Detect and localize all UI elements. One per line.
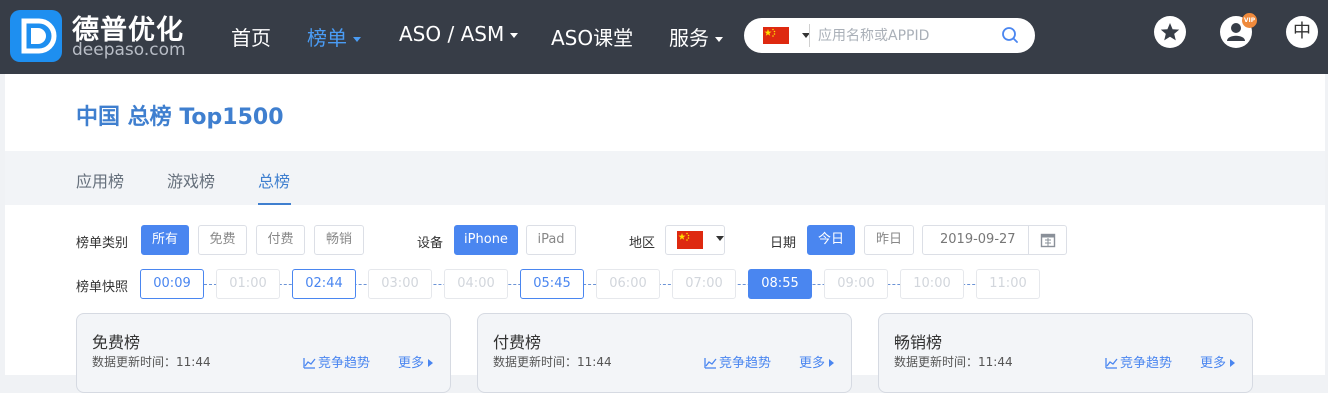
snapshot-time-0600: 06:00 xyxy=(596,269,660,299)
trend-label: 竞争趋势 xyxy=(1120,356,1173,371)
date-picker[interactable]: 2019-09-27 xyxy=(922,225,1067,255)
snapshot-time-0400: 04:00 xyxy=(444,269,508,299)
snapshot-label: 榜单快照 xyxy=(76,280,129,295)
more-link[interactable]: 更多 xyxy=(799,352,835,371)
chevron-right-icon xyxy=(428,359,434,367)
nav-services-label: 服务 xyxy=(669,26,709,50)
card-title: 免费榜 xyxy=(92,333,141,352)
trend-chart-icon xyxy=(1105,358,1118,369)
chevron-down-icon xyxy=(715,37,723,42)
more-label: 更多 xyxy=(1200,356,1227,371)
competition-trend-link[interactable]: 竞争趋势 xyxy=(704,352,771,371)
more-link[interactable]: 更多 xyxy=(398,352,434,371)
app-search-box xyxy=(744,18,1035,53)
tab-overall[interactable]: 总榜 xyxy=(258,168,290,192)
chevron-right-icon xyxy=(1230,359,1236,367)
nav-aso-asm-label: ASO / ASM xyxy=(399,22,505,46)
snapshot-time-0700: 07:00 xyxy=(672,269,736,299)
grossing-chart-card: 畅销榜 数据更新时间：11:44 竞争趋势 更多 xyxy=(878,313,1253,393)
vip-badge: VIP xyxy=(1242,13,1257,28)
trend-label: 竞争趋势 xyxy=(318,356,371,371)
card-update-time: 数据更新时间：11:44 xyxy=(92,355,211,369)
favorites-star-icon[interactable] xyxy=(1154,16,1186,48)
tab-games[interactable]: 游戏榜 xyxy=(167,168,215,192)
china-flag-icon xyxy=(677,231,703,249)
date-today-button[interactable]: 今日 xyxy=(807,225,855,255)
page-title: 中国 总榜 Top1500 xyxy=(76,105,284,130)
snapshot-time-1000: 10:00 xyxy=(900,269,964,299)
more-label: 更多 xyxy=(799,356,826,371)
card-update-time: 数据更新时间：11:44 xyxy=(493,355,612,369)
nav-aso-class[interactable]: ASO课堂 xyxy=(551,22,633,51)
type-all-button[interactable]: 所有 xyxy=(141,225,189,255)
nav-rankings-label: 榜单 xyxy=(307,26,347,50)
device-ipad-button[interactable]: iPad xyxy=(526,225,576,255)
deepaso-logo-icon[interactable] xyxy=(10,10,62,62)
snapshot-time-0855[interactable]: 08:55 xyxy=(748,269,812,299)
trend-chart-icon xyxy=(303,358,316,369)
tab-apps[interactable]: 应用榜 xyxy=(76,168,124,192)
language-switch-button[interactable]: 中 xyxy=(1286,16,1318,48)
card-title: 付费榜 xyxy=(493,333,542,352)
snapshot-time-1100: 11:00 xyxy=(976,269,1040,299)
free-chart-card: 免费榜 数据更新时间：11:44 竞争趋势 更多 xyxy=(76,313,451,393)
nav-home[interactable]: 首页 xyxy=(231,22,271,51)
search-divider xyxy=(809,24,810,47)
competition-trend-link[interactable]: 竞争趋势 xyxy=(303,352,370,371)
snapshot-time-0900: 09:00 xyxy=(824,269,888,299)
type-paid-button[interactable]: 付费 xyxy=(256,225,305,255)
type-grossing-button[interactable]: 畅销 xyxy=(314,225,364,255)
competition-trend-link[interactable]: 竞争趋势 xyxy=(1105,352,1172,371)
card-title: 畅销榜 xyxy=(894,333,943,352)
card-update-time: 数据更新时间：11:44 xyxy=(894,355,1013,369)
date-label: 日期 xyxy=(770,236,797,251)
more-link[interactable]: 更多 xyxy=(1200,352,1236,371)
search-icon[interactable] xyxy=(1001,26,1019,44)
more-label: 更多 xyxy=(398,356,425,371)
date-yesterday-button[interactable]: 昨日 xyxy=(864,225,914,255)
logo-domain[interactable]: deepaso.com xyxy=(72,40,186,60)
trend-chart-icon xyxy=(704,358,717,369)
nav-services[interactable]: 服务 xyxy=(669,22,723,51)
device-iphone-button[interactable]: iPhone xyxy=(454,225,518,255)
date-picker-divider xyxy=(1028,226,1029,254)
chart-type-label: 榜单类别 xyxy=(76,236,129,251)
snapshot-time-0009[interactable]: 00:09 xyxy=(140,269,204,299)
chevron-down-icon xyxy=(353,37,361,42)
chevron-down-icon xyxy=(510,33,519,38)
chevron-down-icon xyxy=(716,236,724,241)
nav-aso-asm[interactable]: ASO / ASM xyxy=(399,22,519,46)
snapshot-time-0100: 01:00 xyxy=(216,269,280,299)
search-input[interactable] xyxy=(818,25,998,46)
calendar-icon xyxy=(1040,233,1056,248)
chevron-right-icon xyxy=(829,359,835,367)
china-flag-icon[interactable] xyxy=(763,27,789,44)
type-free-button[interactable]: 免费 xyxy=(198,225,247,255)
snapshot-time-0300: 03:00 xyxy=(368,269,432,299)
snapshot-time-0244[interactable]: 02:44 xyxy=(292,269,356,299)
date-value: 2019-09-27 xyxy=(940,232,1016,247)
top-nav-bar xyxy=(0,0,1328,74)
nav-rankings[interactable]: 榜单 xyxy=(307,22,361,51)
device-label: 设备 xyxy=(417,236,444,251)
region-select[interactable] xyxy=(665,225,725,255)
trend-label: 竞争趋势 xyxy=(719,356,772,371)
paid-chart-card: 付费榜 数据更新时间：11:44 竞争趋势 更多 xyxy=(477,313,852,393)
region-label: 地区 xyxy=(629,236,656,251)
snapshot-time-0545[interactable]: 05:45 xyxy=(520,269,584,299)
